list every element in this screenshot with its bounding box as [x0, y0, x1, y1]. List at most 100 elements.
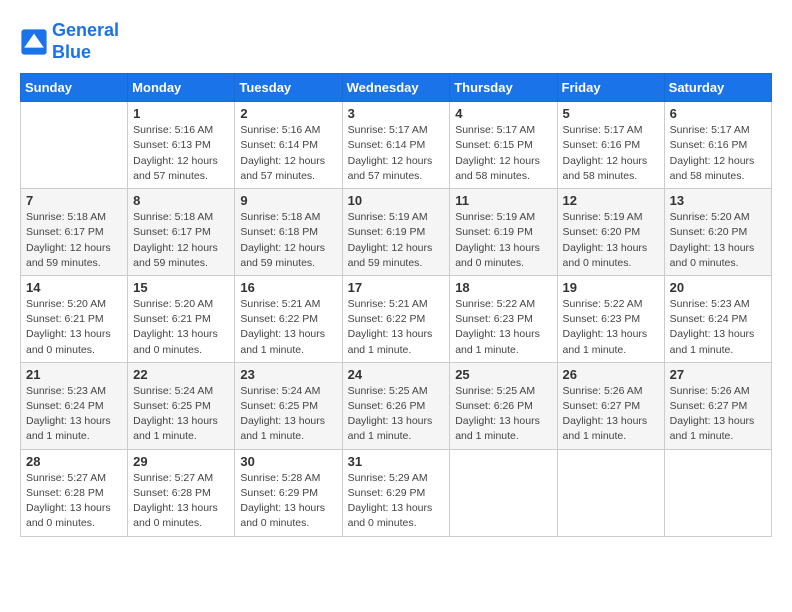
calendar-cell: 16 Sunrise: 5:21 AM Sunset: 6:22 PM Dayli…: [235, 275, 342, 362]
cell-info: Sunrise: 5:20 AM Sunset: 6:21 PM Dayligh…: [133, 297, 229, 358]
calendar-cell: 18 Sunrise: 5:22 AM Sunset: 6:23 PM Dayli…: [450, 275, 557, 362]
weekday-header-monday: Monday: [128, 74, 235, 102]
day-number: 12: [563, 193, 659, 208]
calendar-cell: 24 Sunrise: 5:25 AM Sunset: 6:26 PM Dayli…: [342, 362, 450, 449]
cell-info: Sunrise: 5:22 AM Sunset: 6:23 PM Dayligh…: [455, 297, 551, 358]
calendar-cell: 7 Sunrise: 5:18 AM Sunset: 6:17 PM Daylig…: [21, 189, 128, 276]
calendar-cell: 12 Sunrise: 5:19 AM Sunset: 6:20 PM Dayli…: [557, 189, 664, 276]
calendar-cell: 23 Sunrise: 5:24 AM Sunset: 6:25 PM Dayli…: [235, 362, 342, 449]
cell-info: Sunrise: 5:19 AM Sunset: 6:19 PM Dayligh…: [455, 210, 551, 271]
calendar-table: SundayMondayTuesdayWednesdayThursdayFrid…: [20, 73, 772, 536]
day-number: 11: [455, 193, 551, 208]
cell-info: Sunrise: 5:24 AM Sunset: 6:25 PM Dayligh…: [133, 384, 229, 445]
cell-info: Sunrise: 5:17 AM Sunset: 6:16 PM Dayligh…: [563, 123, 659, 184]
calendar-cell: 10 Sunrise: 5:19 AM Sunset: 6:19 PM Dayli…: [342, 189, 450, 276]
calendar-week-row: 14Sunrise: 5:20 AM Sunset: 6:21 PM Dayli…: [21, 275, 772, 362]
calendar-week-row: 21 Sunrise: 5:23 AM Sunset: 6:24 PM Dayli…: [21, 362, 772, 449]
day-number: 15: [133, 280, 229, 295]
calendar-header-row: SundayMondayTuesdayWednesdayThursdayFrid…: [21, 74, 772, 102]
calendar-cell: 14Sunrise: 5:20 AM Sunset: 6:21 PM Dayli…: [21, 275, 128, 362]
calendar-cell: 17Sunrise: 5:21 AM Sunset: 6:22 PM Dayli…: [342, 275, 450, 362]
calendar-cell: [664, 449, 771, 536]
cell-info: Sunrise: 5:22 AM Sunset: 6:23 PM Dayligh…: [563, 297, 659, 358]
cell-info: Sunrise: 5:16 AM Sunset: 6:13 PM Dayligh…: [133, 123, 229, 184]
day-number: 23: [240, 367, 336, 382]
calendar-cell: [21, 102, 128, 189]
day-number: 10: [348, 193, 445, 208]
day-number: 21: [26, 367, 122, 382]
cell-info: Sunrise: 5:25 AM Sunset: 6:26 PM Dayligh…: [348, 384, 445, 445]
cell-info: Sunrise: 5:29 AM Sunset: 6:29 PM Dayligh…: [348, 471, 445, 532]
page-header: General Blue: [20, 20, 772, 63]
day-number: 6: [670, 106, 766, 121]
day-number: 9: [240, 193, 336, 208]
calendar-cell: 21 Sunrise: 5:23 AM Sunset: 6:24 PM Dayli…: [21, 362, 128, 449]
cell-info: Sunrise: 5:18 AM Sunset: 6:18 PM Dayligh…: [240, 210, 336, 271]
calendar-cell: 31 Sunrise: 5:29 AM Sunset: 6:29 PM Dayli…: [342, 449, 450, 536]
calendar-cell: 19 Sunrise: 5:22 AM Sunset: 6:23 PM Dayli…: [557, 275, 664, 362]
day-number: 17: [348, 280, 445, 295]
day-number: 13: [670, 193, 766, 208]
weekday-header-friday: Friday: [557, 74, 664, 102]
cell-info: Sunrise: 5:19 AM Sunset: 6:19 PM Dayligh…: [348, 210, 445, 271]
day-number: 30: [240, 454, 336, 469]
calendar-cell: 11 Sunrise: 5:19 AM Sunset: 6:19 PM Dayli…: [450, 189, 557, 276]
cell-info: Sunrise: 5:27 AM Sunset: 6:28 PM Dayligh…: [26, 471, 122, 532]
cell-info: Sunrise: 5:26 AM Sunset: 6:27 PM Dayligh…: [563, 384, 659, 445]
calendar-cell: 27 Sunrise: 5:26 AM Sunset: 6:27 PM Dayli…: [664, 362, 771, 449]
cell-info: Sunrise: 5:23 AM Sunset: 6:24 PM Dayligh…: [26, 384, 122, 445]
day-number: 16: [240, 280, 336, 295]
calendar-cell: 9 Sunrise: 5:18 AM Sunset: 6:18 PM Daylig…: [235, 189, 342, 276]
cell-info: Sunrise: 5:21 AM Sunset: 6:22 PM Dayligh…: [240, 297, 336, 358]
calendar-cell: 5Sunrise: 5:17 AM Sunset: 6:16 PM Daylig…: [557, 102, 664, 189]
calendar-cell: 4Sunrise: 5:17 AM Sunset: 6:15 PM Daylig…: [450, 102, 557, 189]
cell-info: Sunrise: 5:23 AM Sunset: 6:24 PM Dayligh…: [670, 297, 766, 358]
calendar-cell: 26Sunrise: 5:26 AM Sunset: 6:27 PM Dayli…: [557, 362, 664, 449]
cell-info: Sunrise: 5:18 AM Sunset: 6:17 PM Dayligh…: [133, 210, 229, 271]
calendar-cell: 1 Sunrise: 5:16 AM Sunset: 6:13 PM Daylig…: [128, 102, 235, 189]
day-number: 27: [670, 367, 766, 382]
calendar-week-row: 28 Sunrise: 5:27 AM Sunset: 6:28 PM Dayli…: [21, 449, 772, 536]
calendar-cell: 6Sunrise: 5:17 AM Sunset: 6:16 PM Daylig…: [664, 102, 771, 189]
cell-info: Sunrise: 5:16 AM Sunset: 6:14 PM Dayligh…: [240, 123, 336, 184]
calendar-cell: 29 Sunrise: 5:27 AM Sunset: 6:28 PM Dayli…: [128, 449, 235, 536]
calendar-cell: 28 Sunrise: 5:27 AM Sunset: 6:28 PM Dayli…: [21, 449, 128, 536]
day-number: 1: [133, 106, 229, 121]
calendar-body: 1 Sunrise: 5:16 AM Sunset: 6:13 PM Daylig…: [21, 102, 772, 536]
day-number: 8: [133, 193, 229, 208]
weekday-header-sunday: Sunday: [21, 74, 128, 102]
cell-info: Sunrise: 5:19 AM Sunset: 6:20 PM Dayligh…: [563, 210, 659, 271]
day-number: 19: [563, 280, 659, 295]
weekday-header-tuesday: Tuesday: [235, 74, 342, 102]
cell-info: Sunrise: 5:27 AM Sunset: 6:28 PM Dayligh…: [133, 471, 229, 532]
day-number: 28: [26, 454, 122, 469]
calendar-cell: 13 Sunrise: 5:20 AM Sunset: 6:20 PM Dayli…: [664, 189, 771, 276]
day-number: 3: [348, 106, 445, 121]
cell-info: Sunrise: 5:20 AM Sunset: 6:21 PM Dayligh…: [26, 297, 122, 358]
weekday-header-saturday: Saturday: [664, 74, 771, 102]
day-number: 25: [455, 367, 551, 382]
calendar-cell: 2 Sunrise: 5:16 AM Sunset: 6:14 PM Daylig…: [235, 102, 342, 189]
cell-info: Sunrise: 5:26 AM Sunset: 6:27 PM Dayligh…: [670, 384, 766, 445]
day-number: 29: [133, 454, 229, 469]
day-number: 31: [348, 454, 445, 469]
calendar-cell: 22Sunrise: 5:24 AM Sunset: 6:25 PM Dayli…: [128, 362, 235, 449]
logo-icon: [20, 28, 48, 56]
cell-info: Sunrise: 5:24 AM Sunset: 6:25 PM Dayligh…: [240, 384, 336, 445]
cell-info: Sunrise: 5:18 AM Sunset: 6:17 PM Dayligh…: [26, 210, 122, 271]
calendar-cell: [557, 449, 664, 536]
day-number: 7: [26, 193, 122, 208]
logo-text: General Blue: [52, 20, 119, 63]
calendar-cell: [450, 449, 557, 536]
calendar-cell: 3 Sunrise: 5:17 AM Sunset: 6:14 PM Daylig…: [342, 102, 450, 189]
cell-info: Sunrise: 5:20 AM Sunset: 6:20 PM Dayligh…: [670, 210, 766, 271]
day-number: 18: [455, 280, 551, 295]
calendar-cell: 25Sunrise: 5:25 AM Sunset: 6:26 PM Dayli…: [450, 362, 557, 449]
calendar-cell: 30 Sunrise: 5:28 AM Sunset: 6:29 PM Dayli…: [235, 449, 342, 536]
cell-info: Sunrise: 5:17 AM Sunset: 6:14 PM Dayligh…: [348, 123, 445, 184]
calendar-week-row: 1 Sunrise: 5:16 AM Sunset: 6:13 PM Daylig…: [21, 102, 772, 189]
weekday-header-wednesday: Wednesday: [342, 74, 450, 102]
day-number: 24: [348, 367, 445, 382]
day-number: 2: [240, 106, 336, 121]
cell-info: Sunrise: 5:28 AM Sunset: 6:29 PM Dayligh…: [240, 471, 336, 532]
